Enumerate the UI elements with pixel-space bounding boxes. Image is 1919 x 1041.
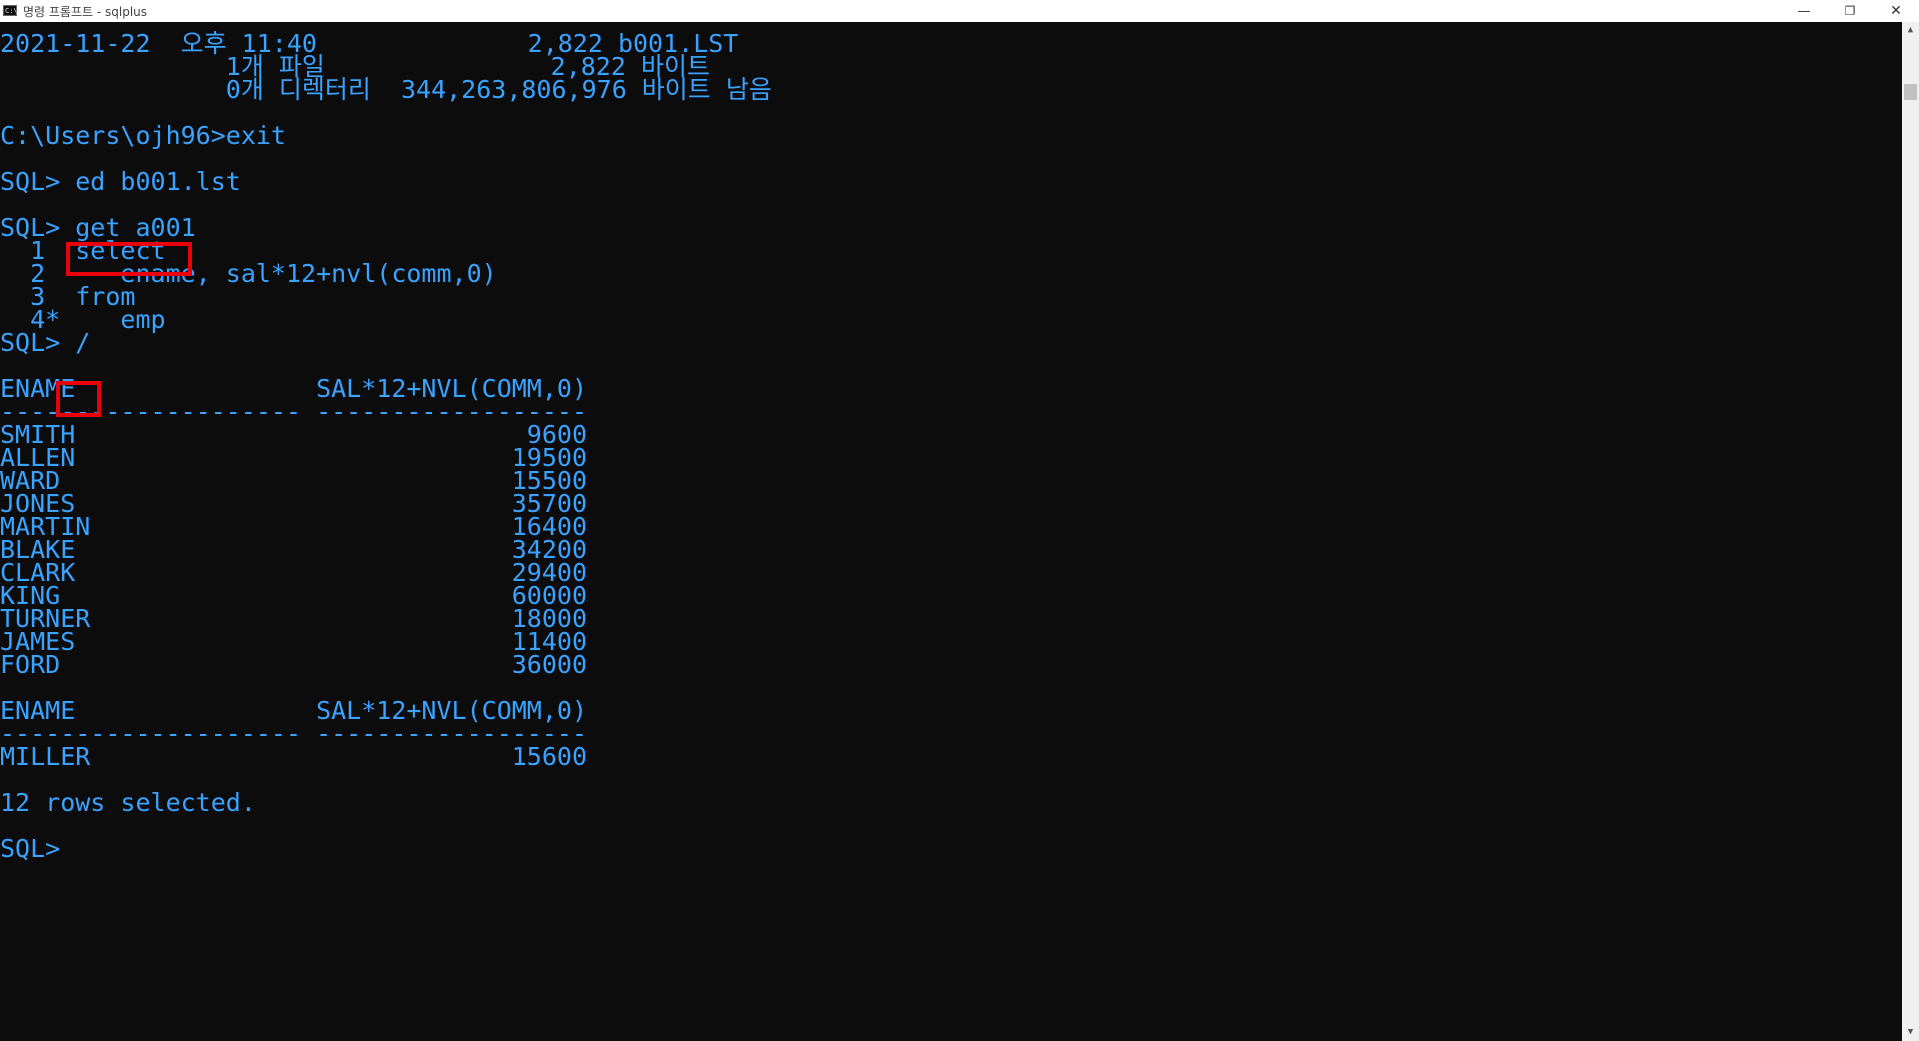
console-line: FORD 36000 [0, 650, 587, 679]
window-title: 명령 프롬프트 - sqlplus [23, 5, 148, 19]
scroll-down-arrow-icon[interactable]: ▼ [1902, 1024, 1919, 1041]
scroll-up-arrow-icon[interactable]: ▲ [1902, 22, 1919, 39]
console-line: SQL> [0, 834, 61, 863]
console-line: MILLER 15600 [0, 742, 587, 771]
vertical-scrollbar[interactable]: ▲ ▼ [1902, 22, 1919, 1041]
console-line: SQL> ed b001.lst [0, 167, 241, 196]
title-bar: C:\ 명령 프롬프트 - sqlplus — ❐ ✕ [0, 0, 1919, 23]
console-line: SQL> / [0, 328, 91, 357]
console-output[interactable]: 2021-11-22 오후 11:40 2,822 b001.LST 1개 파일… [0, 22, 1902, 1041]
get-command-highlight [66, 242, 192, 276]
close-button[interactable]: ✕ [1873, 0, 1919, 22]
console-line: 12 rows selected. [0, 788, 256, 817]
console-line: C:\Users\ojh96>exit [0, 121, 286, 150]
scrollbar-thumb[interactable] [1904, 84, 1917, 100]
cmd-app-icon: C:\ [3, 5, 18, 16]
console-line: 0개 디렉터리 344,263,806,976 바이트 남음 [0, 75, 772, 104]
minimize-button[interactable]: — [1781, 0, 1827, 22]
run-command-highlight [56, 381, 101, 417]
restore-button[interactable]: ❐ [1827, 0, 1873, 22]
